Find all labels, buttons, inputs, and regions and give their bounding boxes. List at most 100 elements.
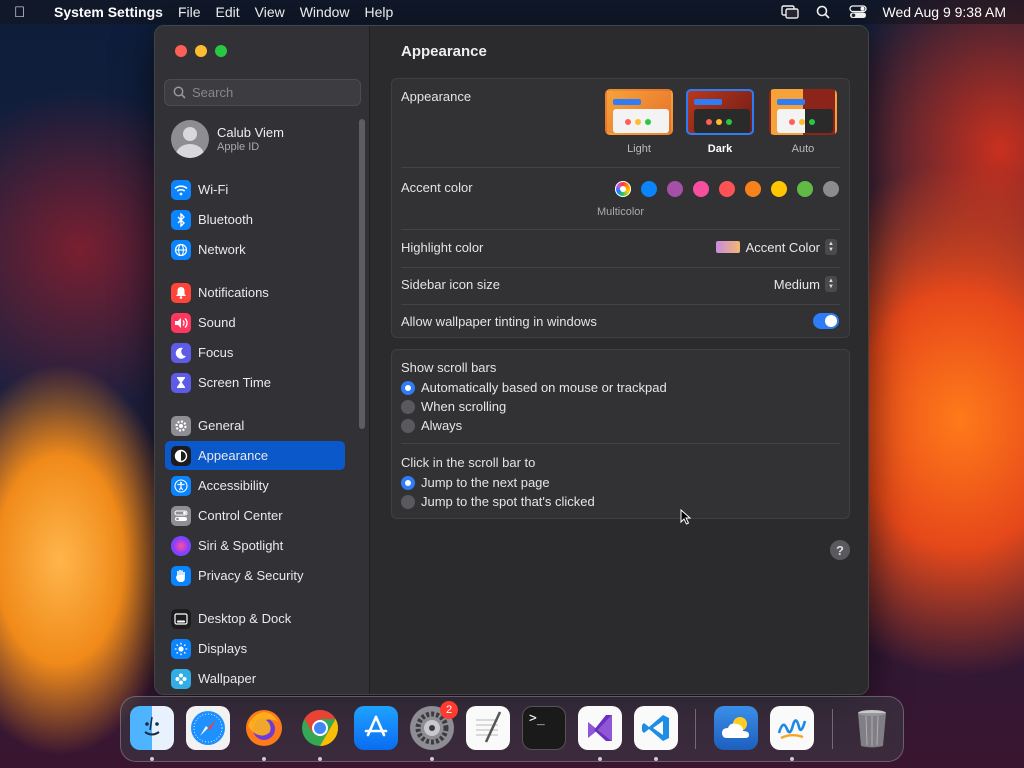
scroll-always-radio[interactable]: Always	[401, 418, 462, 433]
sidebar-item-wifi[interactable]: Wi-Fi	[165, 175, 345, 204]
highlight-color-label: Highlight color	[401, 240, 484, 255]
system-settings-icon[interactable]: 2	[410, 701, 458, 750]
theme-light-option[interactable]: Light	[604, 89, 674, 155]
scroll-bars-panel: Show scroll bars Automatically based on …	[391, 349, 850, 519]
mouse-cursor-icon	[680, 509, 692, 525]
sidebar-item-label: Wi-Fi	[198, 182, 229, 197]
sidebar-scrollbar[interactable]	[359, 119, 365, 429]
textedit-icon[interactable]	[466, 706, 510, 750]
scroll-auto-radio[interactable]: Automatically based on mouse or trackpad	[401, 380, 667, 395]
sidebar-icon-size-value: Medium	[773, 276, 820, 292]
sidebar-item-sound[interactable]: Sound	[165, 308, 345, 337]
safari-icon[interactable]	[186, 706, 230, 750]
terminal-icon[interactable]: >_	[522, 706, 566, 750]
divider	[401, 443, 840, 444]
main-content: Appearance Appearance Light Dark Auto Ac…	[371, 26, 868, 694]
sidebar-item-label: General	[198, 418, 245, 433]
spotlight-search-icon[interactable]	[815, 5, 833, 19]
weather-icon[interactable]	[714, 706, 758, 750]
search-field[interactable]	[164, 79, 361, 106]
visual-studio-icon[interactable]	[578, 706, 622, 750]
menu-file[interactable]: File	[178, 4, 201, 20]
sidebar-item-control-center[interactable]: Control Center	[165, 501, 345, 530]
chrome-icon[interactable]	[298, 706, 342, 750]
scroll-always-label: Always	[421, 418, 463, 433]
sidebar-item-label: Displays	[198, 641, 248, 656]
accent-multicolor-swatch[interactable]	[615, 181, 631, 197]
menu-window[interactable]: Window	[300, 4, 350, 20]
wallpaper-tinting-toggle[interactable]	[813, 313, 839, 329]
search-input[interactable]	[192, 85, 352, 100]
menu-app-name[interactable]: System Settings	[54, 4, 163, 20]
running-indicator	[318, 757, 322, 761]
sidebar-item-siri-spotlight[interactable]: Siri & Spotlight	[165, 531, 345, 560]
theme-auto-option[interactable]: Auto	[768, 89, 838, 155]
radio-button[interactable]	[401, 418, 415, 433]
firefox-icon[interactable]	[242, 706, 286, 750]
flower-icon	[171, 668, 191, 689]
accent-blue-swatch[interactable]	[641, 181, 657, 197]
menu-help[interactable]: Help	[365, 4, 394, 20]
sidebar-item-screen-time[interactable]: Screen Time	[165, 368, 345, 397]
app-store-icon[interactable]	[354, 706, 398, 750]
accent-red-swatch[interactable]	[719, 181, 735, 197]
sidebar-item-focus[interactable]: Focus	[165, 338, 345, 367]
highlight-color-popup[interactable]: Accent Color ▲ ▼	[715, 239, 837, 255]
apple-icon[interactable]: 	[14, 4, 40, 21]
sidebar-item-label: Screen Time	[198, 375, 271, 390]
wallpaper-tinting-label: Allow wallpaper tinting in windows	[401, 314, 597, 329]
theme-dark-option[interactable]: Dark	[685, 89, 755, 155]
radio-button-selected[interactable]	[401, 475, 415, 490]
vscode-icon[interactable]	[634, 706, 678, 750]
radio-button[interactable]	[401, 494, 415, 509]
moon-icon	[171, 342, 191, 363]
accent-graphite-swatch[interactable]	[823, 181, 839, 197]
jump-next-page-radio[interactable]: Jump to the next page	[401, 475, 550, 490]
sidebar-item-desktop-dock[interactable]: Desktop & Dock	[165, 604, 345, 633]
accent-pink-swatch[interactable]	[693, 181, 709, 197]
sidebar-item-accessibility[interactable]: Accessibility	[165, 471, 345, 500]
menu-clock[interactable]: Wed Aug 9 9:38 AM	[883, 4, 1007, 20]
menu-view[interactable]: View	[255, 4, 285, 20]
sidebar-item-appearance[interactable]: Appearance	[165, 441, 345, 470]
accent-yellow-swatch[interactable]	[771, 181, 787, 197]
sidebar-item-label: Bluetooth	[198, 212, 253, 227]
bell-icon	[171, 282, 191, 303]
zoom-button[interactable]	[215, 45, 227, 57]
scroll-when-scrolling-radio[interactable]: When scrolling	[401, 399, 506, 414]
chevron-up-down-icon: ▲ ▼	[825, 276, 837, 292]
trash-icon[interactable]	[850, 706, 894, 750]
screen-mirroring-icon[interactable]	[780, 5, 799, 19]
avatar	[171, 120, 209, 158]
system-settings-window: Calub Viem Apple ID Wi-Fi Bluetooth	[154, 25, 869, 695]
sidebar-item-general[interactable]: General	[165, 411, 345, 440]
appearance-icon	[171, 445, 191, 466]
running-indicator	[150, 757, 154, 761]
scroll-when-scrolling-label: When scrolling	[421, 399, 507, 414]
accent-orange-swatch[interactable]	[745, 181, 761, 197]
sidebar-item-displays[interactable]: Displays	[165, 634, 345, 663]
dock: 2 >_	[120, 696, 904, 762]
radio-button[interactable]	[401, 399, 415, 414]
theme-auto-thumbnail	[769, 89, 837, 135]
help-button[interactable]: ?	[830, 540, 850, 560]
finder-icon[interactable]	[130, 706, 174, 750]
sidebar-item-wallpaper[interactable]: Wallpaper	[165, 664, 345, 693]
sidebar-item-network[interactable]: Network	[165, 235, 345, 264]
minimize-button[interactable]	[195, 45, 207, 57]
accent-green-swatch[interactable]	[797, 181, 813, 197]
radio-button-selected[interactable]	[401, 380, 415, 395]
jump-to-spot-radio[interactable]: Jump to the spot that's clicked	[401, 494, 595, 509]
sidebar-item-label: Focus	[198, 345, 234, 360]
close-button[interactable]	[175, 45, 187, 57]
sidebar-icon-size-popup[interactable]: Medium ▲ ▼	[774, 276, 837, 292]
control-center-icon[interactable]	[848, 5, 867, 19]
sidebar-item-notifications[interactable]: Notifications	[165, 278, 345, 307]
show-scroll-bars-label: Show scroll bars	[401, 360, 497, 375]
menu-edit[interactable]: Edit	[216, 4, 240, 20]
accent-purple-swatch[interactable]	[667, 181, 683, 197]
sidebar-item-bluetooth[interactable]: Bluetooth	[165, 205, 345, 234]
freeform-icon[interactable]	[770, 706, 814, 750]
sidebar-item-privacy-security[interactable]: Privacy & Security	[165, 561, 345, 590]
apple-id-profile[interactable]: Calub Viem Apple ID	[171, 120, 284, 158]
